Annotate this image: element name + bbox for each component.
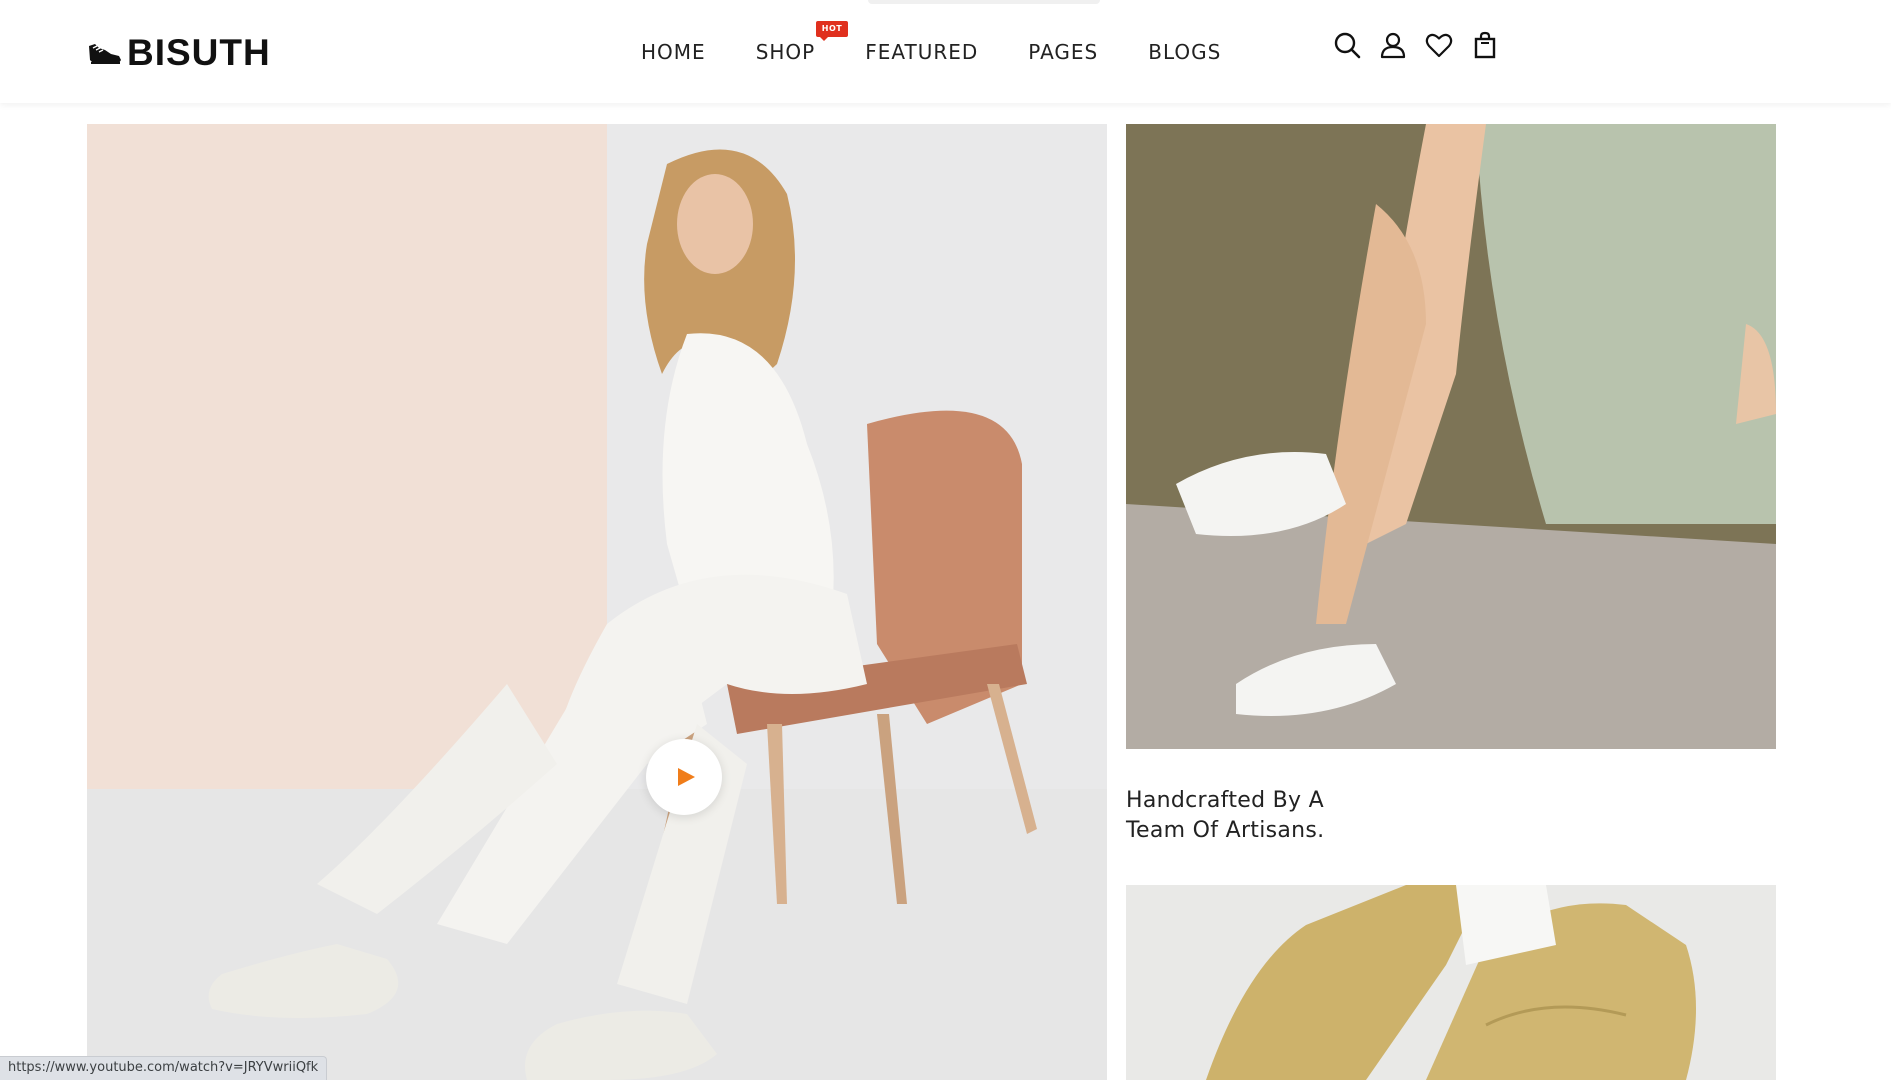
play-icon bbox=[678, 768, 695, 786]
caption-line-1: Handcrafted By A bbox=[1126, 788, 1324, 813]
cart-icon[interactable] bbox=[1471, 30, 1499, 60]
search-icon[interactable] bbox=[1333, 30, 1361, 60]
brand-name: BISUTH bbox=[127, 31, 271, 73]
hot-badge: HOT bbox=[815, 21, 849, 41]
caption-line-2: Team Of Artisans. bbox=[1126, 818, 1325, 843]
site-header: BISUTH HOME SHOP HOT FEATURED PAGES BLOG… bbox=[0, 0, 1891, 103]
browser-status-url: https://www.youtube.com/watch?v=JRYVwrii… bbox=[0, 1056, 328, 1080]
mustard-trousers-image[interactable] bbox=[1126, 885, 1776, 1080]
wishlist-icon[interactable] bbox=[1425, 30, 1453, 60]
nav-item-home[interactable]: HOME bbox=[641, 40, 706, 64]
nav-item-pages[interactable]: PAGES bbox=[1028, 40, 1098, 64]
main-nav: HOME SHOP HOT FEATURED PAGES BLOGS bbox=[641, 21, 1221, 64]
sneakers-on-floor-image[interactable] bbox=[1126, 124, 1776, 749]
hero-video-image[interactable] bbox=[87, 124, 1107, 1080]
nav-hover-indicator bbox=[868, 0, 1100, 4]
model-mustard-trousers-photo bbox=[1126, 885, 1776, 1080]
account-icon[interactable] bbox=[1379, 30, 1407, 60]
model-reclining-white-sneakers-photo bbox=[1126, 124, 1776, 749]
header-actions bbox=[1333, 30, 1499, 60]
nav-item-featured[interactable]: FEATURED bbox=[865, 40, 978, 64]
nav-item-shop-label: SHOP bbox=[755, 40, 816, 64]
feature-caption: Handcrafted By A Team Of Artisans. bbox=[1126, 786, 1446, 846]
nav-item-blogs[interactable]: BLOGS bbox=[1148, 40, 1221, 64]
nav-item-shop[interactable]: SHOP HOT bbox=[755, 21, 849, 64]
model-seated-white-outfit-photo bbox=[87, 124, 1107, 1080]
shoe-logo-icon bbox=[89, 44, 121, 64]
brand-logo[interactable]: BISUTH bbox=[87, 32, 271, 72]
play-video-button[interactable] bbox=[646, 739, 722, 815]
